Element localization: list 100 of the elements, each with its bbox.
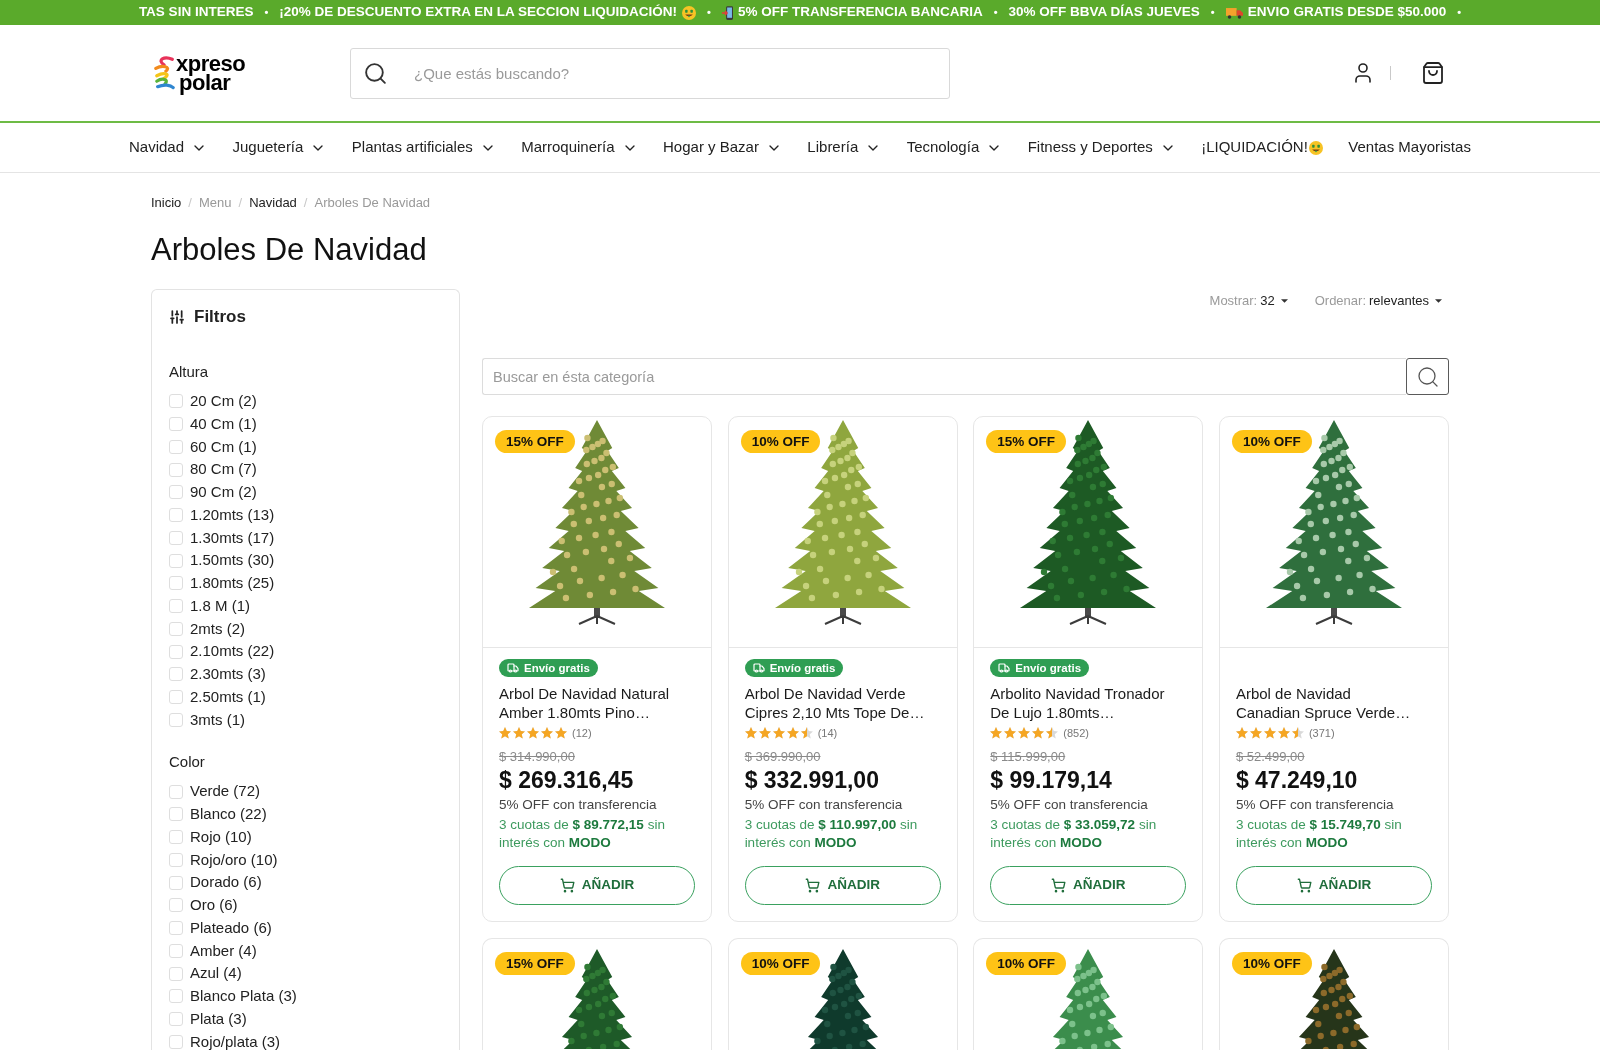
checkbox[interactable] bbox=[169, 576, 183, 591]
truck-icon bbox=[1225, 6, 1243, 19]
checkbox[interactable] bbox=[169, 966, 183, 981]
product-price: $ 47.249,10 bbox=[1235, 767, 1358, 793]
review-count: (12) bbox=[572, 725, 592, 741]
half-star-icon bbox=[800, 727, 813, 739]
nav-menu-item[interactable]: Juguetería bbox=[232, 136, 327, 159]
nav-menu-item[interactable]: Navidad bbox=[129, 136, 208, 159]
product-title[interactable]: Arbol De Navidad Verde Cipres 2,10 Mts Tope De… bbox=[744, 684, 925, 722]
discount-badge: 15% OFF bbox=[986, 430, 1066, 453]
checkbox[interactable] bbox=[169, 830, 183, 845]
caret-down-icon bbox=[1280, 299, 1288, 303]
star-icon bbox=[1263, 727, 1276, 739]
checkbox[interactable] bbox=[169, 989, 183, 1004]
breadcrumb-separator: / bbox=[188, 194, 192, 212]
filter-option-label: Azul (4) bbox=[190, 963, 242, 984]
checkbox[interactable] bbox=[169, 921, 183, 936]
search-field[interactable]: ¿Que estás buscando? bbox=[350, 47, 950, 99]
nav-menu-item[interactable]: Plantas artificiales bbox=[351, 136, 496, 159]
checkbox[interactable] bbox=[169, 508, 183, 523]
star-icon bbox=[1235, 727, 1248, 739]
filter-option-label: 1.80mts (25) bbox=[190, 573, 275, 594]
filter-option-label: Oro (6) bbox=[190, 895, 238, 916]
star-icon bbox=[1018, 727, 1031, 739]
star-icon bbox=[1032, 727, 1045, 739]
filter-option-label: 3mts (1) bbox=[190, 709, 245, 730]
checkbox[interactable] bbox=[169, 852, 183, 867]
review-count: (852) bbox=[1063, 725, 1089, 741]
truck-icon bbox=[998, 662, 1011, 674]
checkbox[interactable] bbox=[169, 417, 183, 432]
nav-menu-item[interactable]: Marroquinería bbox=[521, 136, 638, 159]
breadcrumb-link[interactable]: Navidad bbox=[249, 194, 297, 212]
checkbox[interactable] bbox=[169, 898, 183, 913]
star-icon bbox=[990, 727, 1003, 739]
nav-menu-item[interactable]: Librería bbox=[807, 136, 882, 159]
sliders-icon bbox=[169, 309, 185, 325]
checkbox[interactable] bbox=[169, 943, 183, 958]
filter-option-label: 60 Cm (1) bbox=[190, 436, 257, 457]
checkbox[interactable] bbox=[169, 530, 183, 545]
checkbox[interactable] bbox=[169, 644, 183, 659]
nav-menu-item[interactable]: Fitness y Deportes bbox=[1027, 136, 1176, 159]
breadcrumb-link[interactable]: Inicio bbox=[151, 194, 182, 212]
star-icon bbox=[1004, 727, 1017, 739]
filter-option-label: Plateado (6) bbox=[190, 917, 272, 938]
checkbox[interactable] bbox=[169, 784, 183, 799]
shipping-label: Envío gratis bbox=[524, 661, 590, 676]
product-title[interactable]: Arbol De Navidad Natural Amber 1.80mts Pino… bbox=[499, 684, 670, 722]
checkbox[interactable] bbox=[169, 807, 183, 822]
filter-option-label: 2.10mts (22) bbox=[190, 641, 275, 662]
checkbox[interactable] bbox=[169, 553, 183, 568]
phone-icon bbox=[721, 5, 733, 20]
checkbox[interactable] bbox=[169, 485, 183, 500]
shopping-bag-icon bbox=[1421, 61, 1445, 85]
half-star-icon bbox=[1291, 727, 1304, 739]
category-search-field[interactable]: Buscar en ésta categoría bbox=[482, 358, 1406, 395]
bullet-separator: • bbox=[1457, 5, 1462, 21]
checkbox[interactable] bbox=[169, 875, 183, 890]
review-count: (14) bbox=[817, 725, 838, 741]
checkbox[interactable] bbox=[169, 1034, 183, 1049]
promo-text: TAS SIN INTERES bbox=[138, 3, 254, 22]
checkbox[interactable] bbox=[169, 394, 183, 409]
checkbox[interactable] bbox=[169, 667, 183, 682]
star-icon bbox=[527, 727, 539, 739]
product-title[interactable]: Arbol de Navidad Canadian Spruce Verde… bbox=[1235, 684, 1411, 722]
checkbox[interactable] bbox=[169, 462, 183, 477]
star-icon bbox=[541, 727, 553, 739]
checkbox[interactable] bbox=[169, 1012, 183, 1027]
breadcrumb-separator: / bbox=[238, 194, 243, 212]
breadcrumb-item: Arboles De Navidad bbox=[314, 194, 431, 212]
star-icon bbox=[555, 727, 567, 739]
nav-menu-item[interactable]: Hogar y Bazar bbox=[663, 136, 782, 159]
star-icon bbox=[1249, 727, 1262, 739]
filter-option-label: 2mts (2) bbox=[190, 618, 245, 639]
filter-option-label: 80 Cm (7) bbox=[190, 459, 257, 480]
filter-option-label: Dorado (6) bbox=[190, 872, 262, 893]
dropdown-button[interactable]: Ordenar: relevantes bbox=[1314, 292, 1442, 310]
transfer-discount-note: 5% OFF con transferencia bbox=[499, 796, 657, 814]
cart-button[interactable] bbox=[1421, 61, 1445, 85]
filter-option-label: 2.50mts (1) bbox=[190, 686, 266, 707]
nav-link[interactable]: Ventas Mayoristas bbox=[1348, 136, 1471, 159]
breadcrumb-item: Menu bbox=[199, 194, 232, 212]
search-button[interactable] bbox=[1406, 358, 1449, 395]
checkbox[interactable] bbox=[169, 599, 183, 614]
transfer-discount-note: 5% OFF con transferencia bbox=[744, 796, 903, 814]
face-emoji-icon bbox=[1308, 140, 1323, 155]
nav-link[interactable]: ¡LIQUIDACIÓN! bbox=[1201, 136, 1323, 159]
dropdown-button[interactable]: Mostrar: 32 bbox=[1209, 292, 1288, 310]
installments-note: 3 cuotas de $ 33.059,72 sin interés con MODO bbox=[990, 816, 1157, 852]
nav-menu-item[interactable]: Tecnología bbox=[906, 136, 1003, 159]
checkbox[interactable] bbox=[169, 690, 183, 705]
bullet-separator: • bbox=[264, 5, 269, 21]
star-icon bbox=[1277, 727, 1290, 739]
checkbox[interactable] bbox=[169, 439, 183, 454]
filter-group-title: Altura bbox=[169, 362, 209, 382]
filter-option-label: 20 Cm (2) bbox=[190, 391, 257, 412]
filter-option-label: 1.30mts (17) bbox=[190, 527, 275, 548]
checkbox[interactable] bbox=[169, 621, 183, 636]
checkbox[interactable] bbox=[169, 712, 183, 727]
product-title[interactable]: Arbolito Navidad Tronador De Lujo 1.80mts… bbox=[990, 684, 1165, 722]
installments-note: 3 cuotas de $ 110.997,00 sin interés con MODO bbox=[744, 816, 918, 852]
